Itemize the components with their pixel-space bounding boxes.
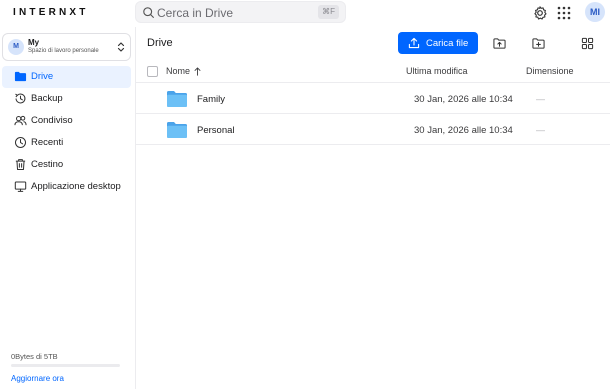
- workspace-name: My: [28, 38, 40, 47]
- workspace-selector[interactable]: M My Spazio di lavoro personale: [2, 33, 131, 61]
- users-icon: [14, 115, 27, 126]
- breadcrumb[interactable]: Drive: [147, 37, 173, 49]
- table-row[interactable]: Personal 30 Jan, 2026 alle 10:34 —: [136, 115, 610, 145]
- sidebar-item-label: Condiviso: [31, 115, 73, 126]
- sidebar-item-label: Backup: [31, 93, 63, 104]
- sidebar-item-trash[interactable]: Cestino: [2, 154, 131, 176]
- gear-icon[interactable]: [532, 5, 548, 21]
- app-logo[interactable]: INTERNXT: [13, 7, 89, 18]
- trash-icon: [15, 159, 26, 171]
- file-modified: 30 Jan, 2026 alle 10:34: [414, 125, 513, 136]
- sidebar-item-desktop-app[interactable]: Applicazione desktop: [2, 176, 131, 198]
- table-header: Nome Ultima modifica Dimensione: [136, 61, 610, 83]
- workspace-avatar: M: [8, 39, 24, 55]
- upload-file-button[interactable]: Carica file: [398, 32, 478, 54]
- column-header-name[interactable]: Nome: [166, 66, 190, 76]
- table-row[interactable]: Family 30 Jan, 2026 alle 10:34 —: [136, 84, 610, 114]
- desktop-icon: [14, 181, 27, 192]
- select-all-checkbox[interactable]: [147, 66, 158, 77]
- upload-file-label: Carica file: [426, 38, 469, 49]
- search-icon: [143, 7, 154, 18]
- file-size: —: [536, 125, 545, 135]
- file-modified: 30 Jan, 2026 alle 10:34: [414, 94, 513, 105]
- upgrade-link[interactable]: Aggiornare ora: [11, 374, 64, 383]
- chevron-up-down-icon: [117, 42, 125, 52]
- folder-icon: [167, 122, 187, 138]
- user-avatar[interactable]: MI: [585, 2, 605, 22]
- sidebar-item-backup[interactable]: Backup: [2, 88, 131, 110]
- sidebar-item-label: Cestino: [31, 159, 64, 170]
- sidebar-item-drive[interactable]: Drive: [2, 66, 131, 88]
- sidebar-item-label: Drive: [31, 71, 54, 82]
- sidebar: M My Spazio di lavoro personale Drive Ba…: [0, 27, 136, 389]
- sidebar-item-label: Applicazione desktop: [31, 181, 121, 192]
- column-header-modified[interactable]: Ultima modifica: [406, 66, 468, 76]
- file-name: Personal: [197, 125, 235, 136]
- folder-icon: [14, 71, 27, 82]
- grid-view-icon[interactable]: [581, 37, 594, 50]
- sidebar-nav: Drive Backup Condiviso Recenti Cestino A…: [2, 66, 131, 198]
- sort-arrow-up-icon[interactable]: [194, 67, 201, 76]
- main-content: Drive Carica file Nome Ultima modifica D…: [136, 27, 610, 389]
- sidebar-item-recent[interactable]: Recenti: [2, 132, 131, 154]
- storage-usage-bar: [11, 364, 120, 367]
- folder-icon: [167, 91, 187, 107]
- storage-usage-text: 0Bytes di 5TB: [11, 352, 58, 361]
- new-folder-icon[interactable]: [532, 37, 545, 50]
- top-bar: INTERNXT Cerca in Drive ⌘F MI: [0, 0, 610, 27]
- search-shortcut-badge: ⌘F: [318, 5, 339, 19]
- file-name: Family: [197, 94, 225, 105]
- workspace-subtitle: Spazio di lavoro personale: [28, 48, 99, 54]
- search-input[interactable]: Cerca in Drive ⌘F: [135, 1, 346, 23]
- search-placeholder: Cerca in Drive: [157, 6, 234, 20]
- clock-icon: [14, 136, 27, 149]
- file-size: —: [536, 94, 545, 104]
- folder-upload-icon[interactable]: [493, 37, 506, 50]
- sidebar-item-shared[interactable]: Condiviso: [2, 110, 131, 132]
- column-header-size[interactable]: Dimensione: [526, 66, 574, 76]
- upload-icon: [408, 37, 420, 49]
- grid-dots-icon[interactable]: [556, 5, 572, 21]
- history-icon: [15, 93, 26, 104]
- sidebar-item-label: Recenti: [31, 137, 64, 148]
